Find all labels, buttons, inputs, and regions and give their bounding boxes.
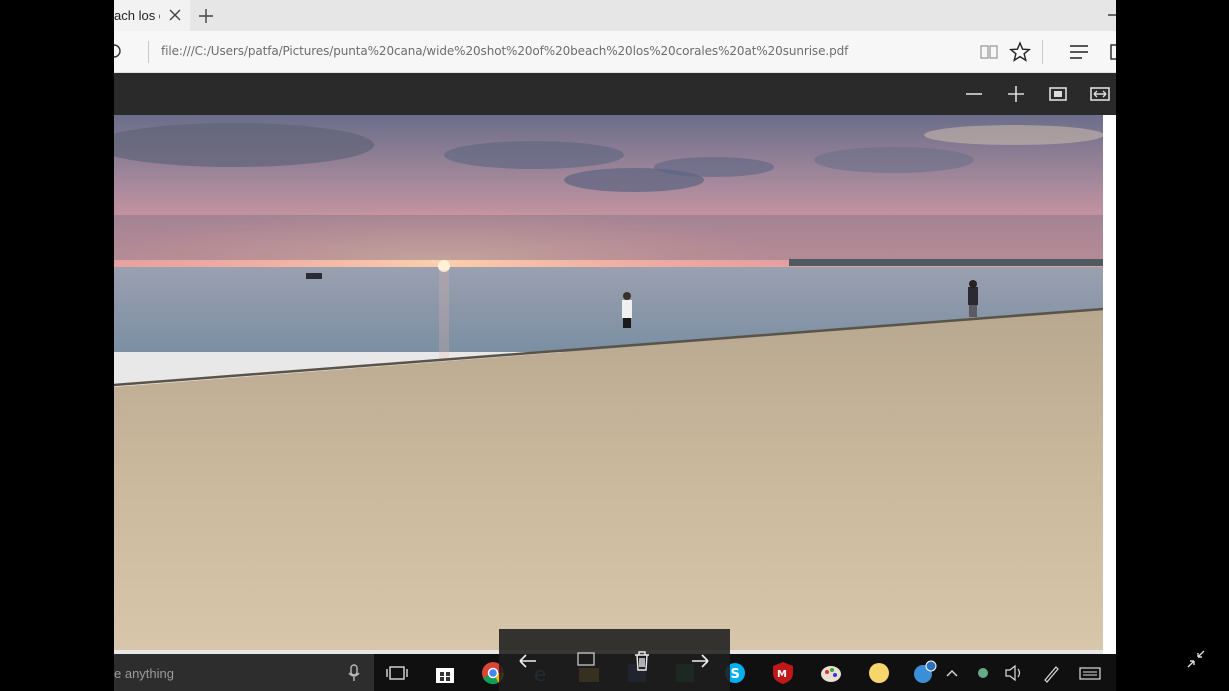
photos-icon[interactable] — [912, 660, 938, 686]
volume-icon[interactable] — [1004, 660, 1024, 686]
back-arrow-icon[interactable] — [516, 649, 540, 673]
divider — [1042, 40, 1043, 64]
tab-bar: ach los c — [114, 0, 1116, 31]
page-margin — [1103, 115, 1116, 654]
network-icon[interactable] — [974, 660, 992, 686]
svg-text:M: M — [777, 669, 787, 680]
more-icon[interactable] — [1110, 41, 1116, 63]
minimize-icon[interactable] — [1108, 14, 1116, 16]
exit-fullscreen-icon[interactable] — [1186, 649, 1206, 669]
plus-icon[interactable] — [196, 6, 216, 26]
hub-icon[interactable] — [1068, 43, 1090, 61]
active-tab[interactable]: ach los c — [114, 0, 190, 31]
keyboard-icon[interactable] — [1078, 660, 1102, 686]
mcafee-icon[interactable]: M — [770, 660, 796, 686]
photo-navigation-bar — [499, 629, 730, 691]
url-field[interactable]: file:///C:/Users/patfa/Pictures/punta%20… — [161, 44, 848, 58]
divider — [148, 41, 149, 63]
sticky-notes-icon[interactable] — [866, 660, 892, 686]
screen: ach los c file:///C:/Users/patfa/Picture… — [0, 0, 1229, 691]
book-icon[interactable] — [979, 42, 999, 62]
plus-icon[interactable] — [1005, 83, 1027, 105]
cortana-search[interactable]: e anything — [114, 654, 374, 691]
browser-window: ach los c file:///C:/Users/patfa/Picture… — [114, 0, 1116, 654]
microphone-icon[interactable] — [346, 664, 362, 682]
forward-arrow-icon[interactable] — [688, 649, 712, 673]
delete-icon[interactable] — [630, 649, 654, 673]
paint-icon[interactable] — [818, 660, 844, 686]
beach-sunrise-photo — [114, 115, 1103, 650]
address-bar: file:///C:/Users/patfa/Pictures/punta%20… — [114, 31, 1116, 73]
star-icon[interactable] — [1009, 41, 1031, 63]
fit-page-icon[interactable] — [1047, 83, 1069, 105]
pdf-viewer[interactable] — [114, 115, 1116, 654]
slideshow-icon[interactable] — [574, 649, 598, 673]
search-placeholder: e anything — [114, 666, 174, 681]
pen-icon[interactable] — [1042, 660, 1060, 686]
tab-title: ach los c — [114, 8, 160, 23]
pdf-toolbar — [114, 73, 1116, 115]
svg-text:S: S — [731, 667, 740, 682]
minus-icon[interactable] — [963, 83, 985, 105]
chevron-up-icon[interactable] — [944, 660, 960, 686]
store-icon[interactable] — [432, 660, 458, 686]
close-icon[interactable] — [167, 7, 183, 23]
task-view-icon[interactable] — [384, 660, 410, 686]
fit-width-icon[interactable] — [1089, 83, 1111, 105]
refresh-icon[interactable] — [114, 43, 122, 59]
